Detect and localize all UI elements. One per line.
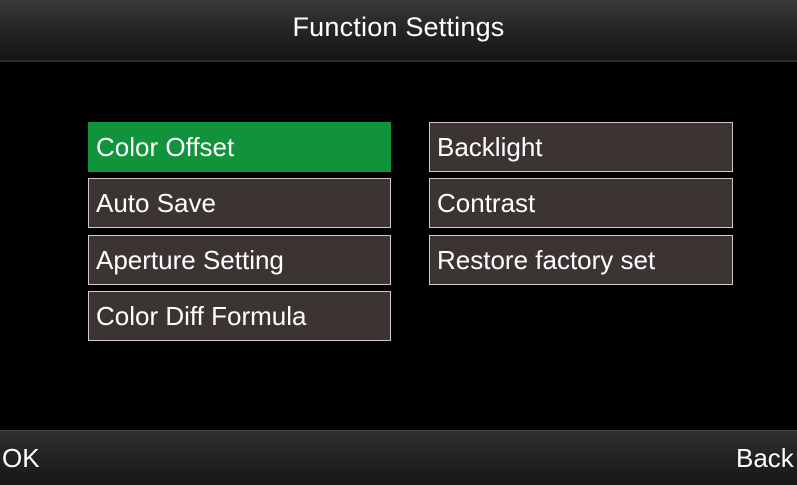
back-softkey[interactable]: Back bbox=[736, 443, 794, 474]
device-screen: Function Settings Color Offset Auto Save… bbox=[0, 0, 797, 485]
menu-item-auto-save[interactable]: Auto Save bbox=[88, 178, 391, 228]
menu-item-restore-factory-set[interactable]: Restore factory set bbox=[429, 235, 733, 285]
title-bar: Function Settings bbox=[0, 0, 797, 60]
menu-item-contrast[interactable]: Contrast bbox=[429, 178, 733, 228]
menu-item-color-diff-formula[interactable]: Color Diff Formula bbox=[88, 291, 391, 341]
softkey-bar: OK Back bbox=[0, 430, 797, 485]
menu-item-color-offset[interactable]: Color Offset bbox=[88, 122, 391, 172]
page-title: Function Settings bbox=[292, 11, 505, 42]
title-divider bbox=[0, 60, 797, 62]
menu-item-aperture-setting[interactable]: Aperture Setting bbox=[88, 235, 391, 285]
menu-item-backlight[interactable]: Backlight bbox=[429, 122, 733, 172]
ok-softkey[interactable]: OK bbox=[2, 443, 40, 474]
